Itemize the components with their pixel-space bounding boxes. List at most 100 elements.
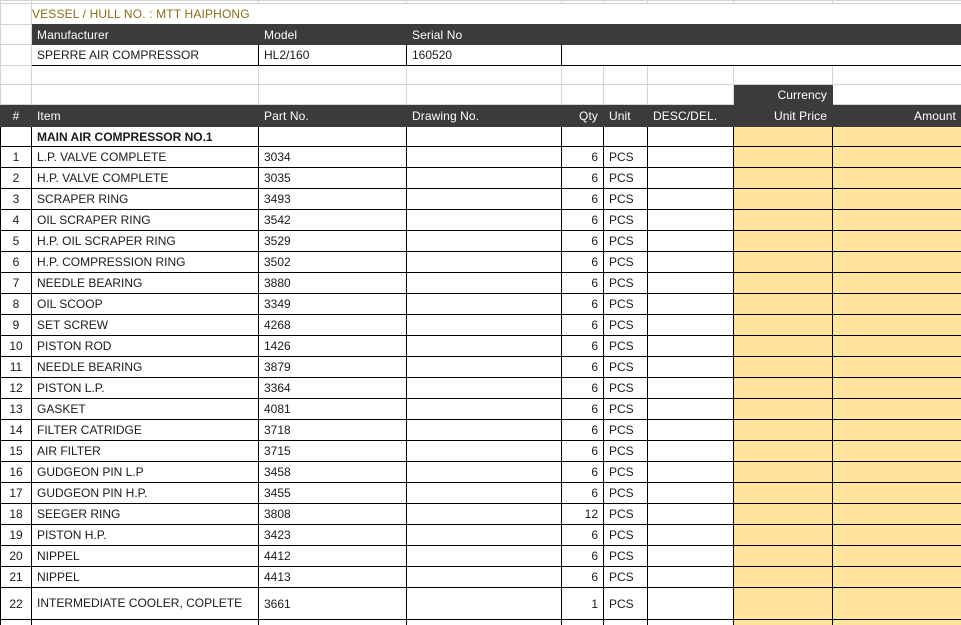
cell-unit[interactable]: PCS — [603, 167, 648, 189]
cell-unit-price[interactable] — [733, 293, 833, 315]
cell-num[interactable]: 8 — [0, 293, 32, 315]
cell-desc-del[interactable] — [647, 440, 734, 462]
section-num[interactable] — [0, 126, 32, 147]
value-manufacturer[interactable]: SPERRE AIR COMPRESSOR — [31, 44, 259, 66]
cell-part-no[interactable]: 3349 — [258, 293, 407, 315]
cell-amount[interactable] — [832, 503, 961, 525]
cell-part-no[interactable]: 3423 — [258, 524, 407, 546]
cell-qty[interactable]: 6 — [561, 230, 604, 252]
cell-part-no[interactable]: 3493 — [258, 188, 407, 210]
cell-unit-price[interactable] — [733, 419, 833, 441]
cell-drawing-no[interactable] — [406, 293, 562, 315]
cell-amount[interactable] — [832, 293, 961, 315]
cell-unit-price[interactable] — [733, 251, 833, 273]
cell-unit[interactable]: PCS — [603, 251, 648, 273]
cell-unit-price[interactable] — [733, 440, 833, 462]
cell-num[interactable]: 14 — [0, 419, 32, 441]
cell-item[interactable]: NEEDLE BEARING — [31, 356, 259, 378]
cell-desc-del[interactable] — [647, 482, 734, 504]
cell-num[interactable]: 22 — [0, 587, 32, 620]
cell-amount[interactable] — [832, 356, 961, 378]
cell-desc-del[interactable] — [647, 377, 734, 399]
cell-unit-price[interactable] — [733, 461, 833, 483]
cell-num[interactable]: 11 — [0, 356, 32, 378]
cell-desc-del[interactable] — [647, 167, 734, 189]
cell-qty[interactable]: 6 — [561, 209, 604, 231]
cell-qty[interactable]: 6 — [561, 272, 604, 294]
cell-unit-price[interactable] — [733, 545, 833, 567]
cell-drawing-no[interactable] — [406, 440, 562, 462]
cell-unit-price[interactable] — [733, 272, 833, 294]
cell-drawing-no[interactable] — [406, 167, 562, 189]
cell-unit[interactable]: PCS — [603, 230, 648, 252]
cell-unit[interactable]: PCS — [603, 503, 648, 525]
cell-unit-price[interactable] — [733, 566, 833, 588]
section-unit-price[interactable] — [733, 126, 833, 147]
cell-num[interactable]: 10 — [0, 335, 32, 357]
cell-qty[interactable]: 6 — [561, 440, 604, 462]
cell-num[interactable]: 13 — [0, 398, 32, 420]
cell-unit[interactable]: PCS — [603, 587, 648, 620]
cell-part-no[interactable]: 3718 — [258, 419, 407, 441]
cell-part-no[interactable]: 4081 — [258, 398, 407, 420]
cell-item[interactable]: NIPPEL — [31, 545, 259, 567]
cell-item[interactable]: SCRAPER RING — [31, 188, 259, 210]
cell-num[interactable]: 21 — [0, 566, 32, 588]
cell-qty[interactable]: 6 — [561, 461, 604, 483]
cell-item[interactable]: AFTERCOOLER, COMPLETE — [31, 619, 259, 625]
cell-qty[interactable]: 6 — [561, 377, 604, 399]
section-qty[interactable] — [561, 126, 604, 147]
cell-unit[interactable]: PCS — [603, 398, 648, 420]
cell-drawing-no[interactable] — [406, 524, 562, 546]
section-desc-del[interactable] — [647, 126, 734, 147]
cell-amount[interactable] — [832, 230, 961, 252]
cell-unit[interactable]: PCS — [603, 419, 648, 441]
cell-desc-del[interactable] — [647, 398, 734, 420]
cell-qty[interactable]: 6 — [561, 398, 604, 420]
cell-unit[interactable]: PCS — [603, 440, 648, 462]
cell-desc-del[interactable] — [647, 314, 734, 336]
cell-unit[interactable]: PCS — [603, 377, 648, 399]
cell-num[interactable]: 4 — [0, 209, 32, 231]
section-unit[interactable] — [603, 126, 648, 147]
cell-num[interactable]: 16 — [0, 461, 32, 483]
cell-drawing-no[interactable] — [406, 230, 562, 252]
cell-qty[interactable]: 6 — [561, 566, 604, 588]
cell-num[interactable]: 19 — [0, 524, 32, 546]
cell-part-no[interactable]: 3529 — [258, 230, 407, 252]
cell-num[interactable]: 20 — [0, 545, 32, 567]
cell-item[interactable]: H.P. OIL SCRAPER RING — [31, 230, 259, 252]
cell-drawing-no[interactable] — [406, 566, 562, 588]
cell-qty[interactable]: 1 — [561, 619, 604, 625]
cell-amount[interactable] — [832, 440, 961, 462]
cell-drawing-no[interactable] — [406, 619, 562, 625]
cell-part-no[interactable]: 3034 — [258, 146, 407, 168]
value-equip-spacer[interactable] — [561, 44, 961, 66]
cell-qty[interactable]: 6 — [561, 524, 604, 546]
cell-qty[interactable]: 6 — [561, 314, 604, 336]
cell-item[interactable]: OIL SCRAPER RING — [31, 209, 259, 231]
cell-amount[interactable] — [832, 398, 961, 420]
cell-item[interactable]: AIR FILTER — [31, 440, 259, 462]
cell-qty[interactable]: 6 — [561, 293, 604, 315]
cell-unit-price[interactable] — [733, 188, 833, 210]
value-serial-no[interactable]: 160520 — [406, 44, 562, 66]
cell-amount[interactable] — [832, 377, 961, 399]
cell-drawing-no[interactable] — [406, 146, 562, 168]
cell-item[interactable]: PISTON ROD — [31, 335, 259, 357]
cell-drawing-no[interactable] — [406, 398, 562, 420]
cell-desc-del[interactable] — [647, 293, 734, 315]
cell-part-no[interactable]: 3880 — [258, 272, 407, 294]
cell-drawing-no[interactable] — [406, 272, 562, 294]
cell-unit-price[interactable] — [733, 146, 833, 168]
cell-unit[interactable]: PCS — [603, 146, 648, 168]
cell-item[interactable]: H.P. VALVE COMPLETE — [31, 167, 259, 189]
cell-amount[interactable] — [832, 167, 961, 189]
cell-num[interactable]: 12 — [0, 377, 32, 399]
cell-num[interactable]: 7 — [0, 272, 32, 294]
cell-desc-del[interactable] — [647, 461, 734, 483]
cell-qty[interactable]: 6 — [561, 482, 604, 504]
cell-qty[interactable]: 6 — [561, 356, 604, 378]
cell-part-no[interactable]: 3502 — [258, 251, 407, 273]
cell-item[interactable]: L.P. VALVE COMPLETE — [31, 146, 259, 168]
